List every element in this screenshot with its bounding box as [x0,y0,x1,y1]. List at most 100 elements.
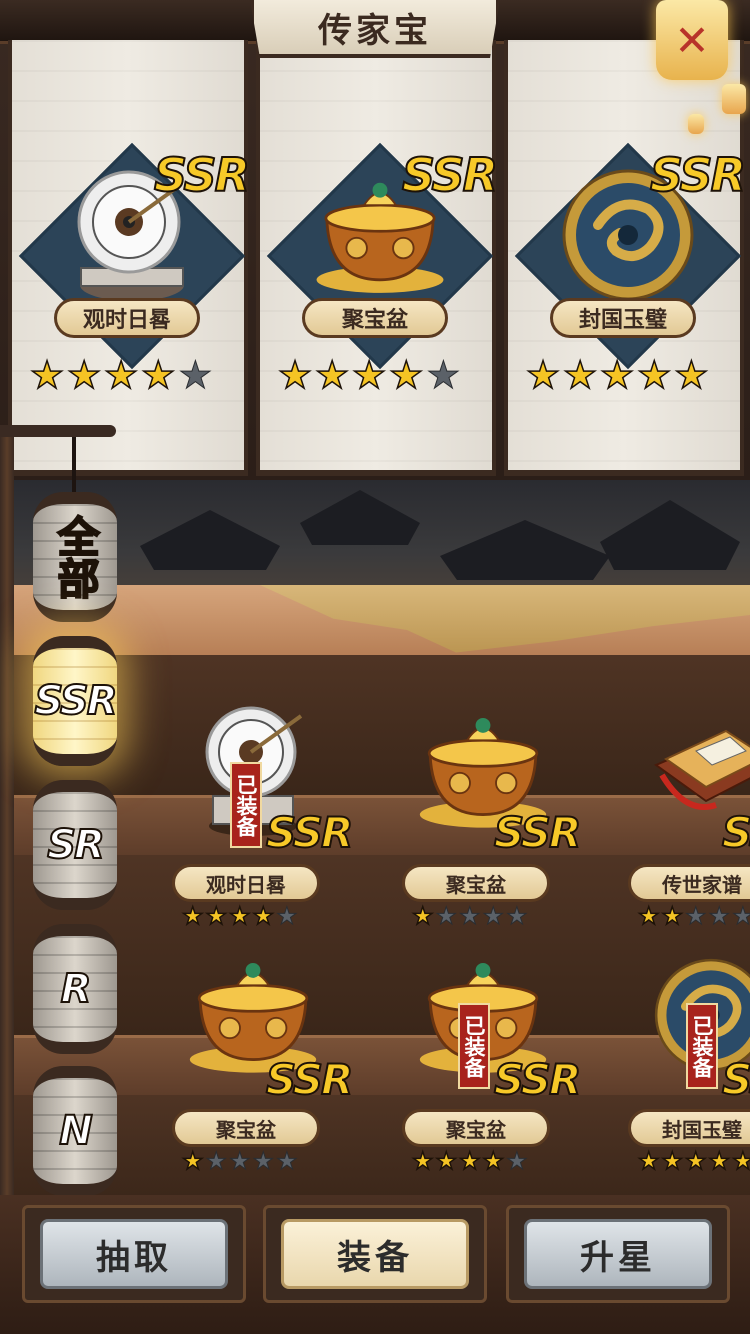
equipped-label: 已装备 [234,773,260,837]
item-name-plate: 聚宝盆 [302,298,448,338]
star-empty-icon: ★ [732,902,750,930]
lantern-pole-arm [0,425,116,437]
rarity-badge: SSR [721,1054,750,1105]
star-filled-icon: ★ [66,353,102,397]
star-empty-icon: ★ [435,902,458,930]
draw-button[interactable]: 抽取 [22,1205,246,1303]
star-empty-icon: ★ [426,353,461,397]
star-filled-icon: ★ [252,902,275,930]
tab-n[interactable]: N [33,1066,117,1196]
item-name-plate: 聚宝盆 [172,1109,320,1147]
star-empty-icon: ★ [708,902,731,930]
star-filled-icon: ★ [29,353,65,397]
equipped-slot[interactable]: SSR 观时日晷 ★ ★ ★ ★ ★ [8,40,251,476]
lantern-pole [0,425,14,1225]
equip-button-label: 装备 [337,1237,413,1278]
tab-ssr[interactable]: SSR [33,636,119,766]
item-name-plate: 聚宝盆 [402,1109,550,1147]
rarity-badge: SSR [493,1054,582,1105]
star-filled-icon: ★ [661,1147,684,1175]
roof-silhouette [140,510,280,570]
star-filled-icon: ★ [562,353,598,397]
star-rating: ★ ★ ★ ★ ★ [29,353,215,397]
equipped-tag: 已装备 [686,1003,718,1089]
item-name-plate: 传世家谱 [628,864,750,902]
star-filled-icon: ★ [388,353,424,397]
star-filled-icon: ★ [314,353,350,397]
equipped-label: 已装备 [690,1014,716,1078]
star-rating: ★ ★ ★ ★ ★ [411,1147,530,1175]
roof-silhouette [300,490,420,545]
tab-label: R [60,966,93,1012]
equip-button[interactable]: 装备 [263,1205,487,1303]
inventory-item[interactable]: 已装备 SSR 观时日晷 ★ ★ ★ ★ ★ [168,700,354,930]
star-filled-icon: ★ [674,353,710,397]
rarity-badge: SSR [493,807,582,858]
rarity-badge: SSR [721,807,750,858]
star-filled-icon: ★ [458,1147,481,1175]
star-rating: ★ ★ ★ ★ ★ [181,1147,300,1175]
star-rating: ★ ★ ★ ★ ★ [637,1147,750,1175]
star-rating: ★ ★ ★ ★ ★ [637,902,750,930]
star-empty-icon: ★ [178,353,213,397]
star-filled-icon: ★ [277,353,313,397]
draw-button-face: 抽取 [40,1219,228,1289]
lantern-chain [72,437,76,492]
tab-all[interactable]: 全部 [33,492,117,622]
star-rating: ★ ★ ★ ★ ★ [181,902,300,930]
item-name-plate: 观时日晷 [172,864,320,902]
tab-label: SR [46,822,106,868]
rarity-badge: SSR [265,1054,354,1105]
rarity-badge: SSR [401,147,499,203]
item-name-plate: 观时日晷 [54,298,200,338]
item-name: 封国玉璧 [662,1117,742,1142]
lantern-decoration-icon [722,84,746,114]
roof-silhouette [600,500,740,570]
star-filled-icon: ★ [181,902,204,930]
draw-button-label: 抽取 [96,1237,172,1278]
equipped-slot[interactable]: SSR 封国玉璧 ★ ★ ★ ★ ★ [504,40,747,476]
star-filled-icon: ★ [599,353,635,397]
rarity-badge: SSR [265,807,354,858]
equipped-slot[interactable]: SSR 聚宝盆 ★ ★ ★ ★ ★ [256,40,499,476]
equipped-tag: 已装备 [230,762,262,848]
star-up-button[interactable]: 升星 [506,1205,730,1303]
item-name: 聚宝盆 [446,872,506,897]
page-title-text: 传家宝 [318,10,432,51]
inventory-item[interactable]: 已装备 SSR 聚宝盆 ★ ★ ★ ★ ★ [398,945,582,1175]
star-empty-icon: ★ [685,902,707,930]
tab-sr[interactable]: SR [33,780,117,910]
star-rating: ★ ★ ★ ★ ★ [525,353,711,397]
star-filled-icon: ★ [435,1147,458,1175]
roof-silhouette [440,520,610,580]
inventory-item[interactable]: 已装备 SSR 封国玉璧 ★★★★★ [626,945,750,1175]
inventory-item[interactable]: SSR 聚宝盆 ★ ★ ★ ★ ★ [168,945,354,1175]
star-filled-icon: ★ [482,1147,505,1175]
page-title: 传家宝 [250,0,500,58]
item-name: 聚宝盆 [446,1117,506,1142]
star-filled-icon: ★ [731,1147,750,1175]
star-filled-icon: ★ [636,353,672,397]
star-empty-icon: ★ [252,1147,275,1175]
star-empty-icon: ★ [482,902,505,930]
star-up-button-face: 升星 [524,1219,712,1289]
rarity-badge: SSR [649,147,747,203]
star-filled-icon: ★ [637,1147,660,1175]
close-lantern-icon: ✕ [674,15,710,65]
equip-button-face: 装备 [281,1219,469,1289]
item-name: 封国玉璧 [578,307,667,333]
inventory-item[interactable]: SSR 聚宝盆 ★ ★ ★ ★ ★ [398,700,582,930]
tab-r[interactable]: R [33,924,117,1054]
star-filled-icon: ★ [351,353,387,397]
star-filled-icon: ★ [228,902,251,930]
close-button[interactable]: ✕ [656,0,728,80]
star-filled-icon: ★ [411,1147,434,1175]
item-name: 聚宝盆 [216,1117,276,1142]
star-filled-icon: ★ [661,902,684,930]
item-name-plate: 聚宝盆 [402,864,550,902]
star-filled-icon: ★ [708,1147,731,1175]
star-up-button-label: 升星 [580,1237,656,1278]
star-empty-icon: ★ [229,1147,251,1175]
tab-label: N [58,1108,94,1154]
inventory-item[interactable]: SSR 传世家谱 ★★★★★ [626,700,750,930]
